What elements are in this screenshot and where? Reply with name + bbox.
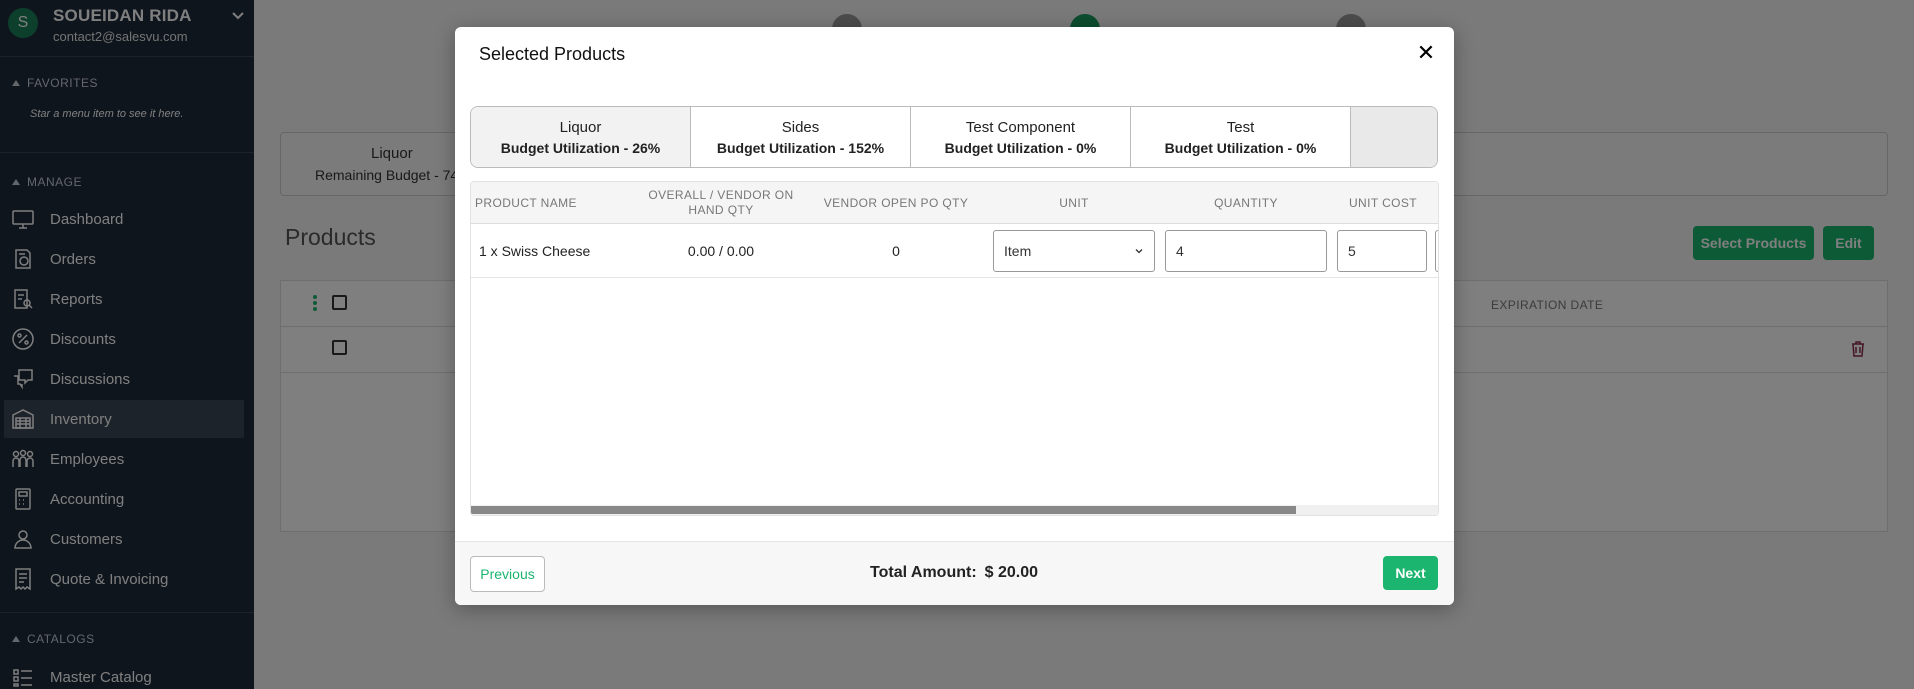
col-unit-cost: UNIT COST xyxy=(1348,195,1418,210)
selected-products-table: PRODUCT NAME OVERALL / VENDOR ON HAND QT… xyxy=(470,181,1439,516)
next-column-input[interactable] xyxy=(1435,230,1438,272)
budget-card[interactable]: Liquor Budget Utilization - 26% xyxy=(471,107,691,167)
total-amount-label: Total Amount: xyxy=(870,564,977,581)
col-open-po-qty: VENDOR OPEN PO QTY xyxy=(823,195,969,210)
horizontal-scrollbar[interactable] xyxy=(471,505,1438,515)
budget-card[interactable]: Test Budget Utilization - 0% xyxy=(1131,107,1351,167)
col-quantity: QUANTITY xyxy=(1214,195,1278,210)
modal-title: Selected Products xyxy=(479,44,626,64)
quantity-input[interactable]: 4 xyxy=(1165,230,1327,272)
budget-card-name: Sides xyxy=(781,118,820,136)
modal-footer: Previous Total Amount: $ 20.00 Next xyxy=(455,541,1454,605)
close-icon[interactable]: ✕ xyxy=(1415,40,1437,65)
on-hand-cell: 0.00 / 0.00 xyxy=(687,243,755,259)
chevron-down-icon xyxy=(1135,249,1143,254)
budget-card-utilization: Budget Utilization - 26% xyxy=(500,139,661,156)
budget-card-name: Test Component xyxy=(965,118,1076,136)
selected-products-modal: Selected Products ✕ Liquor Budget Utiliz… xyxy=(455,27,1454,605)
previous-button[interactable]: Previous xyxy=(470,556,545,592)
total-amount-value: $ 20.00 xyxy=(984,564,1039,581)
budget-card[interactable]: Sides Budget Utilization - 152% xyxy=(691,107,911,167)
budget-cards: Liquor Budget Utilization - 26% Sides Bu… xyxy=(470,106,1438,168)
next-button[interactable]: Next xyxy=(1383,556,1438,590)
scrollbar-thumb[interactable] xyxy=(471,506,1296,514)
budget-card-utilization: Budget Utilization - 0% xyxy=(944,139,1097,156)
col-product-name: PRODUCT NAME xyxy=(475,195,577,210)
table-row: 1 x Swiss Cheese 0.00 / 0.00 0 Item 4 5 xyxy=(471,224,1438,278)
budget-card-utilization: Budget Utilization - 152% xyxy=(716,139,885,156)
product-name-cell: 1 x Swiss Cheese xyxy=(479,243,591,259)
unit-select[interactable]: Item xyxy=(993,230,1155,272)
budget-card-empty xyxy=(1351,107,1437,167)
budget-card-name: Test xyxy=(1226,118,1255,136)
col-unit: UNIT xyxy=(1059,195,1089,210)
budget-card-name: Liquor xyxy=(559,118,602,136)
col-on-hand-qty: OVERALL / VENDOR ON HAND QTY xyxy=(648,188,794,217)
budget-card-utilization: Budget Utilization - 0% xyxy=(1164,139,1317,156)
unit-select-value: Item xyxy=(1004,243,1032,259)
total-amount: Total Amount: $ 20.00 xyxy=(870,564,1038,582)
open-po-cell: 0 xyxy=(892,243,900,259)
unit-cost-input[interactable]: 5 xyxy=(1337,230,1427,272)
budget-card[interactable]: Test Component Budget Utilization - 0% xyxy=(911,107,1131,167)
